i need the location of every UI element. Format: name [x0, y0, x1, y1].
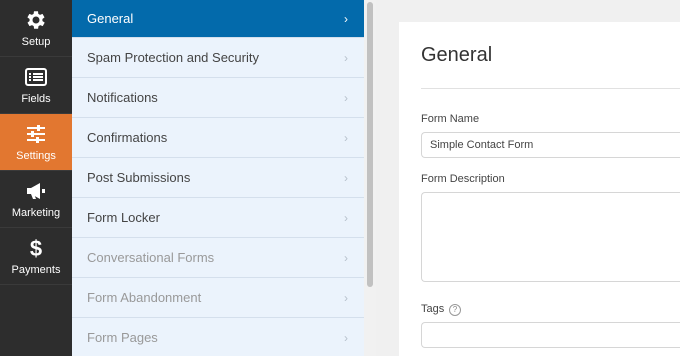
- rail-label-setup: Setup: [21, 36, 51, 48]
- menu-item-form-locker[interactable]: Form Locker ›: [72, 198, 364, 238]
- menu-scrollbar[interactable]: [364, 0, 376, 356]
- general-settings-panel: General Form Name Simple Contact Form Fo…: [399, 22, 680, 356]
- menu-item-label: Form Pages: [87, 330, 158, 345]
- tags-input[interactable]: [421, 322, 680, 348]
- menu-item-general[interactable]: General ›: [72, 0, 364, 38]
- menu-item-label: General: [87, 11, 134, 26]
- chevron-right-icon: ›: [344, 170, 348, 185]
- tags-label: Tags: [421, 303, 445, 315]
- chevron-right-icon: ›: [344, 90, 348, 105]
- rail-item-settings[interactable]: Settings: [0, 114, 72, 171]
- menu-item-form-abandonment[interactable]: Form Abandonment ›: [72, 278, 364, 318]
- builder-sidebar: Setup Fields Settings Marketing $ Paymen…: [0, 0, 72, 356]
- form-builder-app: Setup Fields Settings Marketing $ Paymen…: [0, 0, 680, 356]
- menu-item-label: Confirmations: [87, 130, 168, 145]
- sliders-icon: [27, 125, 45, 143]
- rail-item-payments[interactable]: $ Payments: [0, 228, 72, 285]
- fields-list-icon: [25, 68, 47, 86]
- menu-item-label: Form Locker: [87, 210, 160, 225]
- settings-submenu: General › Spam Protection and Security ›…: [72, 0, 376, 356]
- menu-item-confirmations[interactable]: Confirmations ›: [72, 118, 364, 158]
- menu-item-conversational-forms[interactable]: Conversational Forms ›: [72, 238, 364, 278]
- menu-item-label: Form Abandonment: [87, 290, 202, 305]
- menu-item-post-submissions[interactable]: Post Submissions ›: [72, 158, 364, 198]
- settings-menu-list: General › Spam Protection and Security ›…: [72, 0, 364, 356]
- chevron-right-icon: ›: [344, 330, 348, 345]
- rail-item-fields[interactable]: Fields: [0, 57, 72, 114]
- rail-item-marketing[interactable]: Marketing: [0, 171, 72, 228]
- form-description-textarea[interactable]: [421, 192, 680, 282]
- chevron-right-icon: ›: [344, 210, 348, 225]
- chevron-right-icon: ›: [344, 290, 348, 305]
- svg-text:$: $: [30, 236, 42, 260]
- megaphone-icon: [27, 183, 45, 199]
- menu-item-label: Conversational Forms: [87, 250, 215, 265]
- gear-icon: [27, 11, 45, 29]
- title-divider: [421, 88, 680, 89]
- rail-item-setup[interactable]: Setup: [0, 0, 72, 57]
- chevron-right-icon: ›: [344, 50, 348, 65]
- menu-item-notifications[interactable]: Notifications ›: [72, 78, 364, 118]
- menu-item-label: Post Submissions: [87, 170, 191, 185]
- help-icon[interactable]: ?: [449, 304, 461, 316]
- dollar-icon: $: [30, 236, 42, 260]
- rail-label-marketing: Marketing: [11, 207, 61, 219]
- form-name-label: Form Name: [421, 113, 480, 125]
- page-title: General: [421, 44, 493, 66]
- menu-item-label: Spam Protection and Security: [87, 50, 259, 65]
- rail-label-payments: Payments: [11, 264, 61, 276]
- menu-item-label: Notifications: [87, 90, 158, 105]
- menu-scroll-thumb[interactable]: [367, 2, 373, 287]
- form-name-input[interactable]: Simple Contact Form: [421, 132, 680, 158]
- form-description-label: Form Description: [421, 173, 505, 185]
- menu-item-spam-protection[interactable]: Spam Protection and Security ›: [72, 38, 364, 78]
- rail-label-fields: Fields: [21, 93, 51, 105]
- menu-item-form-pages[interactable]: Form Pages ›: [72, 318, 364, 356]
- rail-label-settings: Settings: [16, 150, 56, 162]
- chevron-right-icon: ›: [344, 130, 348, 145]
- chevron-right-icon: ›: [344, 250, 348, 265]
- chevron-right-icon: ›: [344, 11, 348, 26]
